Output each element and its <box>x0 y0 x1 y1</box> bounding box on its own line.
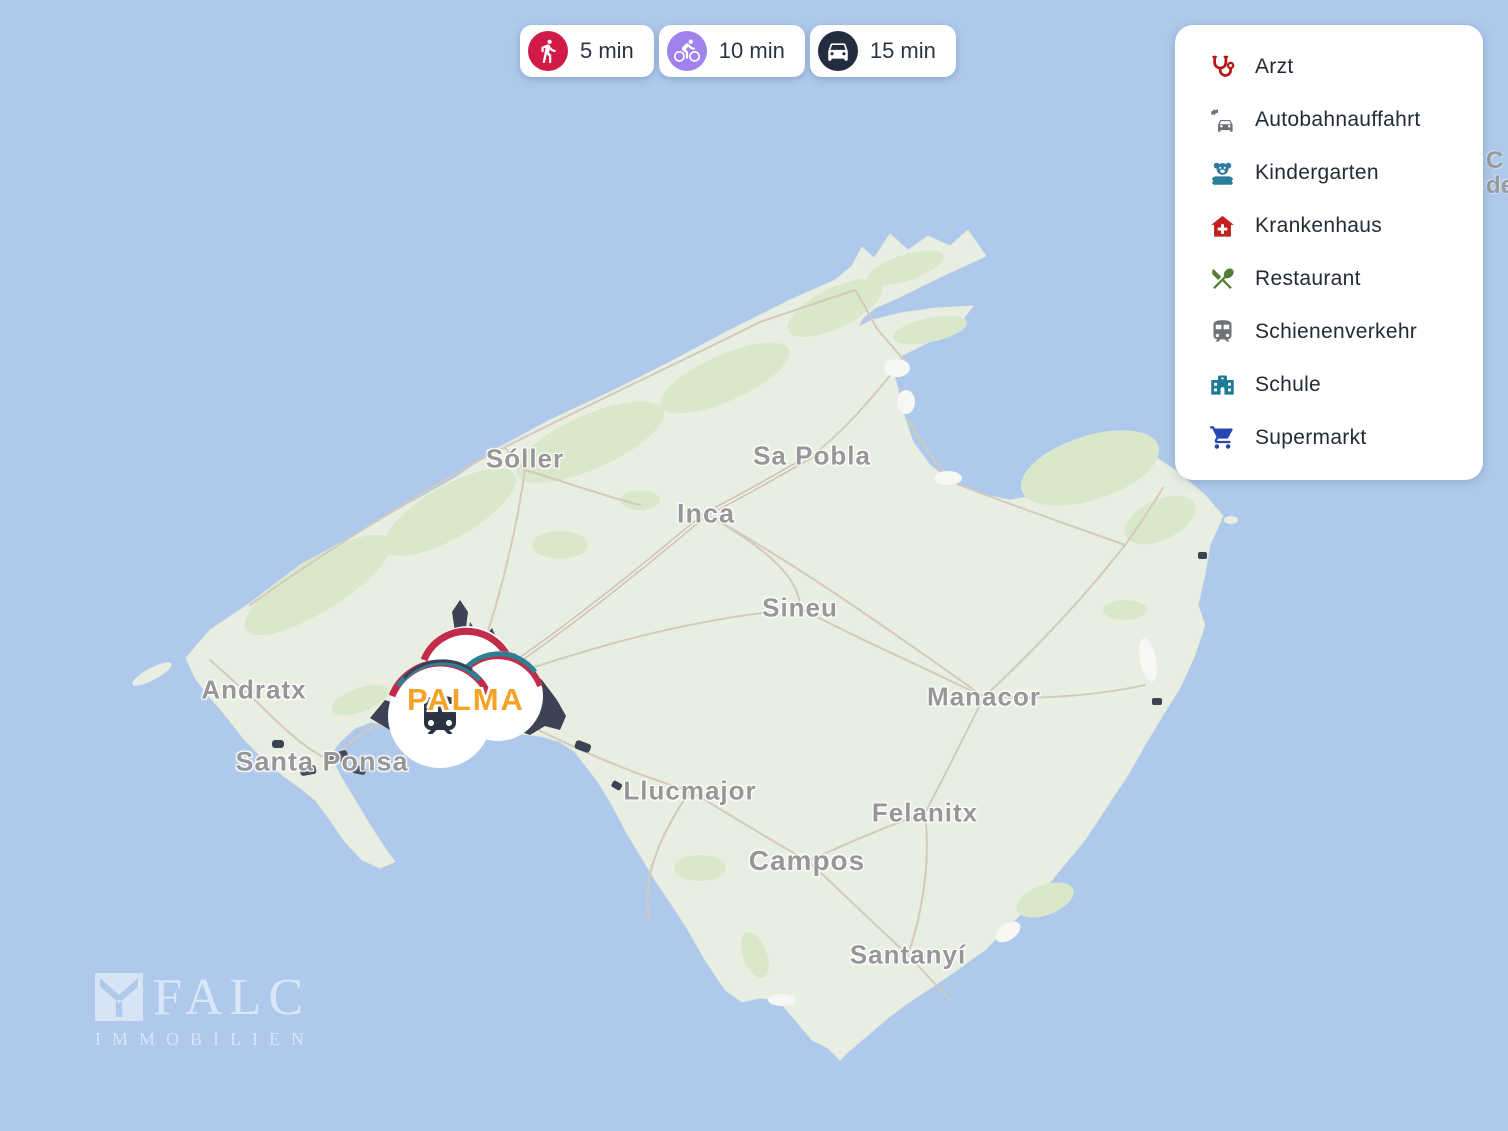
legend-label-supermarkt: Supermarkt <box>1255 425 1367 449</box>
legend-label-kindergarten: Kindergarten <box>1255 161 1379 185</box>
train-icon <box>1207 317 1237 347</box>
islet-ne <box>1224 516 1238 524</box>
car-icon <box>817 31 858 71</box>
legend-label-autobahnauffahrt: Autobahnauffahrt <box>1255 108 1421 132</box>
cart-icon <box>1207 423 1237 453</box>
car-time-label: 15 min <box>869 38 936 63</box>
legend-item-kindergarten: Kindergarten <box>1175 158 1483 188</box>
highway-car-icon <box>1207 105 1237 135</box>
travel-time-toolbar: 5 min 10 min 15 min <box>520 25 956 77</box>
car-time-chip[interactable]: 15 min <box>809 25 956 77</box>
legend-item-restaurant: Restaurant <box>1175 264 1483 294</box>
legend-panel: Arzt Autobahnauffahrt Kindergarten Krank… <box>1175 25 1483 480</box>
walk-time-label: 5 min <box>580 38 634 63</box>
train-marker-icon <box>424 696 456 734</box>
walking-icon <box>528 31 568 71</box>
legend-label-krankenhaus: Krankenhaus <box>1255 214 1383 238</box>
legend-item-schule: Schule <box>1175 370 1483 400</box>
legend-item-arzt: Arzt <box>1175 52 1483 82</box>
legend-item-schienenverkehr: Schienenverkehr <box>1175 317 1483 347</box>
legend-label-arzt: Arzt <box>1255 55 1294 79</box>
school-icon <box>1207 370 1237 400</box>
hospital-icon <box>1207 211 1237 241</box>
teddy-bear-icon <box>1207 158 1237 188</box>
legend-label-schienenverkehr: Schienenverkehr <box>1255 319 1418 343</box>
restaurant-icon <box>1207 264 1237 294</box>
legend-item-supermarkt: Supermarkt <box>1175 423 1483 453</box>
legend-item-autobahnauffahrt: Autobahnauffahrt <box>1175 105 1483 135</box>
cycling-icon <box>666 31 707 71</box>
map-label-fragment: C de <box>1486 148 1508 199</box>
bike-time-label: 10 min <box>718 38 785 63</box>
legend-label-restaurant: Restaurant <box>1255 266 1361 290</box>
stethoscope-icon <box>1207 52 1237 82</box>
bike-time-chip[interactable]: 10 min <box>658 25 805 77</box>
legend-item-krankenhaus: Krankenhaus <box>1175 211 1483 241</box>
walk-time-chip[interactable]: 5 min <box>520 25 654 77</box>
legend-label-schule: Schule <box>1255 372 1322 396</box>
